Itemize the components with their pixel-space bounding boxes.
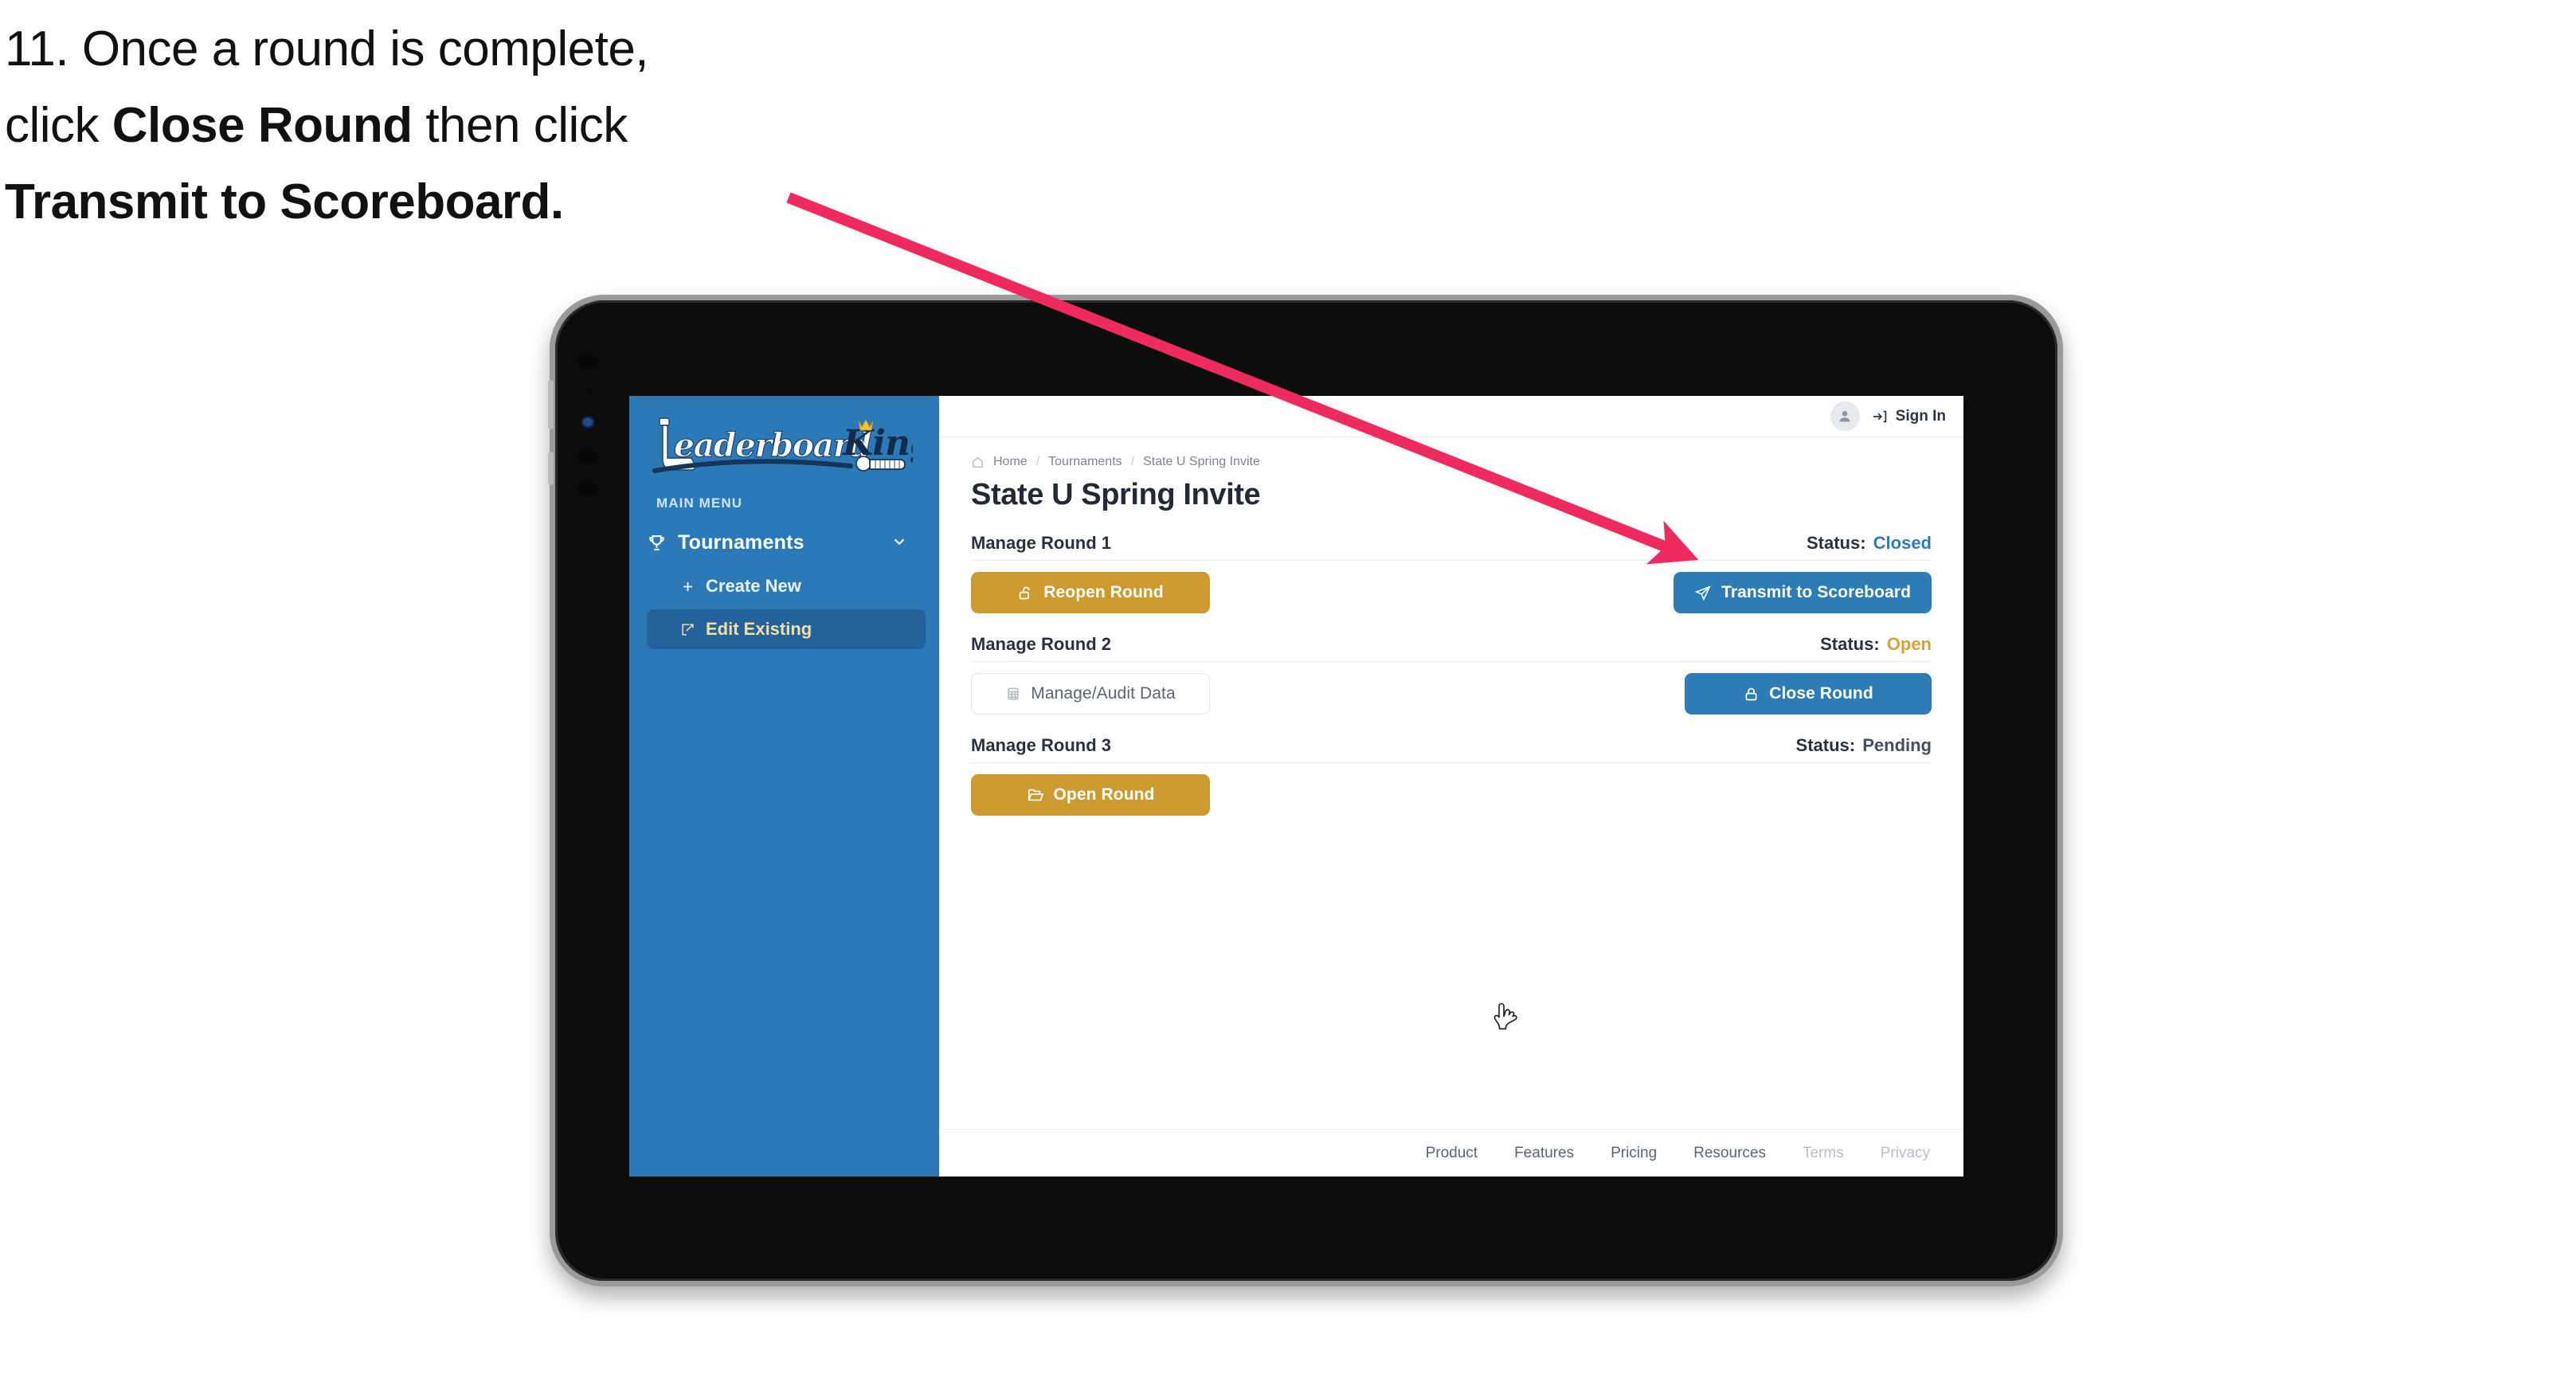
trophy-icon xyxy=(649,534,664,550)
manage-audit-data-label: Manage/Audit Data xyxy=(1031,684,1176,703)
round-2-status-value: Open xyxy=(1886,634,1932,654)
footer-link-privacy[interactable]: Privacy xyxy=(1881,1145,1930,1162)
round-3-status-value: Pending xyxy=(1862,735,1932,755)
page-title: State U Spring Invite xyxy=(971,478,1261,511)
round-1-title: Manage Round 1 xyxy=(971,533,1112,553)
sidebar-item-create-new-label: Create New xyxy=(706,576,801,596)
caption-line-2-suffix: then click xyxy=(412,98,628,154)
footer-link-features[interactable]: Features xyxy=(1514,1145,1574,1162)
sidebar-item-tournaments[interactable]: Tournaments xyxy=(647,523,926,562)
sign-in-label: Sign In xyxy=(1895,407,1946,425)
round-2-title: Manage Round 2 xyxy=(971,634,1112,654)
footer-link-pricing[interactable]: Pricing xyxy=(1611,1145,1657,1162)
round-3-status: Status: Pending xyxy=(1796,735,1932,756)
avatar[interactable] xyxy=(1830,401,1860,431)
caption-close-round-emphasis: Close Round xyxy=(112,98,413,154)
round-2-header: Manage Round 2 Status: Open xyxy=(971,634,1932,655)
sidebar-item-edit-existing-label: Edit Existing xyxy=(706,619,812,639)
round-section-2: Manage Round 2 Status: Open Manage/Audit… xyxy=(971,634,1932,715)
round-1-status-value: Closed xyxy=(1873,533,1932,553)
svg-text:King: King xyxy=(841,423,913,464)
tablet-power-button[interactable] xyxy=(548,452,554,485)
round-3-status-label: Status: xyxy=(1795,735,1856,755)
pointing-hand-cursor xyxy=(1494,1003,1517,1030)
round-3-title: Manage Round 3 xyxy=(971,735,1112,755)
unlock-icon xyxy=(1019,586,1030,599)
tablet-volume-button[interactable] xyxy=(548,380,554,429)
transmit-to-scoreboard-label: Transmit to Scoreboard xyxy=(1721,583,1911,601)
close-round-button[interactable]: Close Round xyxy=(1685,673,1932,715)
caption-line-1: 11. Once a round is complete, xyxy=(5,22,649,76)
home-icon[interactable] xyxy=(971,456,985,469)
round-2-actions: Manage/Audit Data Close Round xyxy=(971,662,1932,715)
round-3-header: Manage Round 3 Status: Pending xyxy=(971,735,1932,756)
caption-line-2-prefix: click xyxy=(5,98,112,154)
sidebar: eaderboard King MAIN MENU Tournaments xyxy=(629,396,939,1177)
sign-in-button[interactable]: Sign In xyxy=(1871,408,1946,425)
round-1-status-label: Status: xyxy=(1806,533,1866,553)
breadcrumb-separator-2: / xyxy=(1130,455,1135,468)
transmit-to-scoreboard-button[interactable]: Transmit to Scoreboard xyxy=(1674,572,1932,613)
page-content: Home / Tournaments / State U Spring Invi… xyxy=(939,437,1963,1129)
round-section-3: Manage Round 3 Status: Pending Open Roun… xyxy=(971,735,1932,816)
svg-text:eaderboard: eaderboard xyxy=(674,426,871,464)
leaderboard-king-logo: eaderboard King xyxy=(652,417,913,473)
edit-square-icon xyxy=(682,623,694,636)
tablet-camera-sensor xyxy=(577,353,597,369)
caption-line-2: click Close Round then click xyxy=(5,88,849,164)
open-round-label: Open Round xyxy=(1053,785,1155,804)
tablet-status-led xyxy=(583,418,593,426)
round-1-status: Status: Closed xyxy=(1807,533,1932,554)
footer-link-product[interactable]: Product xyxy=(1426,1145,1478,1162)
paper-plane-icon xyxy=(1694,585,1711,601)
chevron-down-icon[interactable] xyxy=(891,533,908,550)
reopen-round-button[interactable]: Reopen Round xyxy=(971,572,1210,613)
breadcrumb-item-current: State U Spring Invite xyxy=(1143,455,1260,468)
sidebar-section-label: MAIN MENU xyxy=(656,495,743,511)
footer: Product Features Pricing Resources Terms… xyxy=(939,1129,1963,1177)
reopen-round-label: Reopen Round xyxy=(1043,583,1164,601)
breadcrumb-separator-1: / xyxy=(1035,455,1040,468)
round-1-actions: Reopen Round Transmit to Scoreboard xyxy=(971,561,1932,613)
breadcrumb-item-tournaments[interactable]: Tournaments xyxy=(1048,455,1122,469)
open-folder-icon xyxy=(1028,789,1043,801)
sign-in-arrow-icon xyxy=(1873,410,1886,422)
plus-icon xyxy=(683,581,693,591)
manage-audit-data-button[interactable]: Manage/Audit Data xyxy=(971,673,1210,715)
caption-transmit-emphasis: Transmit to Scoreboard. xyxy=(5,174,564,230)
footer-link-terms[interactable]: Terms xyxy=(1803,1145,1844,1162)
breadcrumb-item-home[interactable]: Home xyxy=(993,455,1028,469)
sidebar-item-edit-existing[interactable]: Edit Existing xyxy=(647,609,926,649)
table-grid-icon xyxy=(1008,687,1019,700)
footer-link-resources[interactable]: Resources xyxy=(1693,1145,1766,1162)
round-3-actions: Open Round xyxy=(971,763,1932,816)
sidebar-item-create-new[interactable]: Create New xyxy=(647,566,926,606)
tablet-proximity-sensor xyxy=(586,388,591,393)
close-round-label: Close Round xyxy=(1769,684,1873,703)
top-bar: Sign In xyxy=(939,396,1963,437)
sidebar-item-tournaments-label: Tournaments xyxy=(678,531,805,554)
round-2-status-label: Status: xyxy=(1820,634,1880,654)
round-2-status: Status: Open xyxy=(1820,634,1932,655)
round-1-header: Manage Round 1 Status: Closed xyxy=(971,533,1932,554)
tablet-speaker-dot-upper xyxy=(577,448,597,464)
breadcrumb: Home / Tournaments / State U Spring Invi… xyxy=(971,455,1932,469)
open-round-button[interactable]: Open Round xyxy=(971,774,1210,816)
tablet-speaker-dot-lower xyxy=(577,480,597,496)
round-section-1: Manage Round 1 Status: Closed Reopen Rou… xyxy=(971,533,1932,613)
lock-icon xyxy=(1745,687,1757,700)
user-avatar-icon xyxy=(1839,410,1850,421)
instruction-caption: 11. Once a round is complete, click Clos… xyxy=(5,11,849,241)
main-pane: Sign In Home / Tournaments / State U Spr… xyxy=(939,396,1963,1177)
app-screen: eaderboard King MAIN MENU Tournaments xyxy=(629,396,1963,1177)
